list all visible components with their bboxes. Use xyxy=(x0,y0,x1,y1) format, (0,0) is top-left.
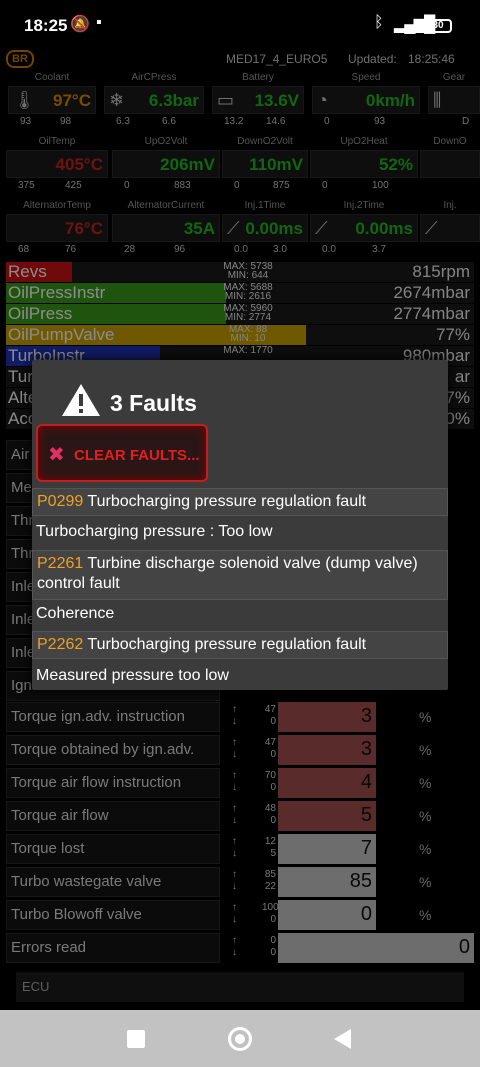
navigation-bar xyxy=(0,1010,480,1067)
fault-detail: Measured pressure too low xyxy=(36,667,229,684)
clear-faults-label: CLEAR FAULTS... xyxy=(74,447,200,464)
fault-item[interactable]: P2261 Turbine discharge solenoid valve (… xyxy=(32,550,448,600)
recents-button[interactable] xyxy=(127,1030,145,1048)
faults-dialog: 3 Faults ✖ CLEAR FAULTS... P0299 Turboch… xyxy=(32,360,448,690)
clock: 18:25 xyxy=(24,16,68,35)
battery-icon: 30 xyxy=(424,19,452,33)
home-button[interactable] xyxy=(228,1027,252,1051)
sim-icon: ▪ xyxy=(96,14,102,31)
warning-icon xyxy=(62,384,100,416)
fault-item[interactable]: P0299 Turbocharging pressure regulation … xyxy=(32,488,448,516)
fault-detail: Coherence xyxy=(36,605,115,622)
back-button[interactable] xyxy=(334,1029,351,1049)
fault-item[interactable]: P2262 Turbocharging pressure regulation … xyxy=(32,631,448,659)
clear-faults-button[interactable]: ✖ CLEAR FAULTS... xyxy=(36,424,208,482)
status-bar: 18:25 🔕 ▪ ᛒ ▂▄▆█ 30 xyxy=(0,0,480,48)
fault-text: Turbine discharge solenoid valve (dump v… xyxy=(37,555,418,592)
mute-icon: 🔕 xyxy=(70,16,90,33)
fault-text: Turbocharging pressure regulation fault xyxy=(87,493,367,510)
fault-code: P2262 xyxy=(37,636,84,653)
bluetooth-icon: ᛒ xyxy=(374,14,384,31)
fault-text: Turbocharging pressure regulation fault xyxy=(87,636,367,653)
fault-code: P0299 xyxy=(37,493,84,510)
close-icon: ✖ xyxy=(48,444,65,466)
dialog-title: 3 Faults xyxy=(110,390,197,416)
fault-detail: Turbocharging pressure : Too low xyxy=(36,523,273,540)
fault-code: P2261 xyxy=(37,555,84,572)
